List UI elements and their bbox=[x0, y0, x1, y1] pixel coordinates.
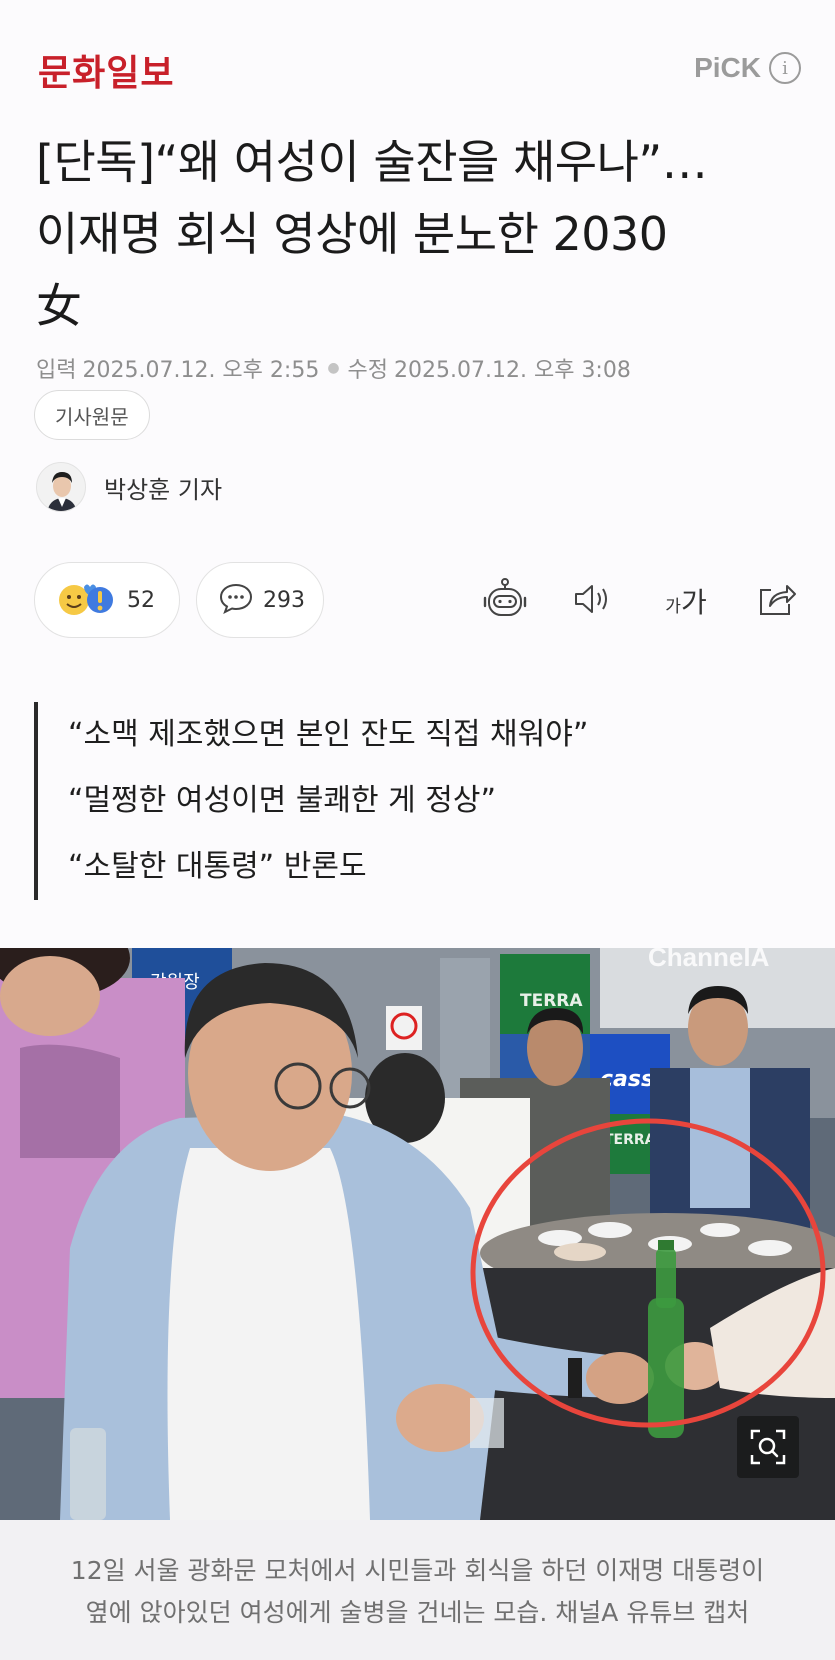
caption-line: 12일 서울 광화문 모처에서 시민들과 회식을 하던 이재명 대통령이 bbox=[70, 1556, 765, 1585]
reporter-name[interactable]: 박상훈 기자 bbox=[104, 470, 222, 505]
original-article-button[interactable]: 기사원문 bbox=[34, 390, 150, 440]
article-photo[interactable]: ChannelA 강원장 TERRA cass TERRA 23 bbox=[0, 948, 835, 1520]
zoom-search-icon bbox=[748, 1427, 788, 1467]
speaker-icon bbox=[572, 581, 614, 621]
crate-label: TERRA bbox=[520, 991, 583, 1011]
publisher-logo[interactable]: 문화일보 bbox=[38, 44, 174, 96]
photo-scene: ChannelA 강원장 TERRA cass TERRA 23 bbox=[0, 948, 835, 1520]
channel-watermark: ChannelA bbox=[648, 948, 770, 972]
ai-summary-button[interactable] bbox=[480, 576, 530, 626]
edit-label: 수정 bbox=[347, 358, 389, 383]
crate-label: TERRA bbox=[604, 1132, 656, 1148]
header: 문화일보 PiCK i bbox=[0, 0, 835, 120]
share-icon bbox=[757, 580, 797, 622]
summary-line: “소맥 제조했으면 본인 잔도 직접 채워야” bbox=[68, 717, 589, 752]
headline-line: 女 bbox=[36, 279, 82, 333]
article-summary: “소맥 제조했으면 본인 잔도 직접 채워야” “멀쩡한 여성이면 불쾌한 게 … bbox=[34, 702, 588, 900]
comment-button[interactable]: 293 bbox=[196, 562, 324, 638]
headline-line: [단독]“왜 여성이 술잔을 채우나”… bbox=[36, 135, 708, 189]
input-time: 2025.07.12. 오후 2:55 bbox=[82, 358, 320, 383]
comment-bubble-icon bbox=[219, 582, 253, 618]
robot-summary-icon bbox=[482, 577, 528, 625]
font-size-icon: 가가 bbox=[665, 586, 707, 619]
zoom-button[interactable] bbox=[737, 1416, 799, 1478]
pick-badge[interactable]: PiCK i bbox=[694, 52, 801, 84]
pick-label: PiCK bbox=[694, 52, 761, 83]
article-headline: [단독]“왜 여성이 술잔을 채우나”… 이재명 회식 영상에 분노한 2030… bbox=[36, 126, 796, 342]
reporter-avatar[interactable] bbox=[36, 462, 86, 512]
summary-line: “멀쩡한 여성이면 불쾌한 게 정상” bbox=[68, 783, 497, 818]
reaction-emoji-icon bbox=[57, 578, 117, 622]
input-label: 입력 bbox=[36, 358, 77, 383]
edit-time: 2025.07.12. 오후 3:08 bbox=[394, 358, 631, 383]
action-bar: 52 293 가가 bbox=[0, 562, 835, 642]
font-size-button[interactable]: 가가 bbox=[656, 576, 716, 626]
comment-count: 293 bbox=[263, 587, 305, 613]
caption-line: 옆에 앉아있던 여성에게 술병을 건네는 모습. 채널A 유튜브 캡처 bbox=[85, 1598, 750, 1627]
byline[interactable]: 박상훈 기자 bbox=[36, 462, 222, 512]
photo-caption: 12일 서울 광화문 모처에서 시민들과 회식을 하던 이재명 대통령이 옆에 … bbox=[0, 1520, 835, 1660]
share-button[interactable] bbox=[752, 576, 802, 626]
headline-line: 이재명 회식 영상에 분노한 2030 bbox=[36, 207, 668, 261]
reaction-count: 52 bbox=[127, 587, 155, 613]
separator-dot: ● bbox=[327, 360, 340, 376]
listen-button[interactable] bbox=[568, 576, 618, 626]
summary-line: “소탈한 대통령” 반론도 bbox=[68, 849, 367, 884]
info-icon[interactable]: i bbox=[769, 52, 801, 84]
reaction-button[interactable]: 52 bbox=[34, 562, 180, 638]
article-dates: 입력 2025.07.12. 오후 2:55 ● 수정 2025.07.12. … bbox=[36, 352, 631, 384]
